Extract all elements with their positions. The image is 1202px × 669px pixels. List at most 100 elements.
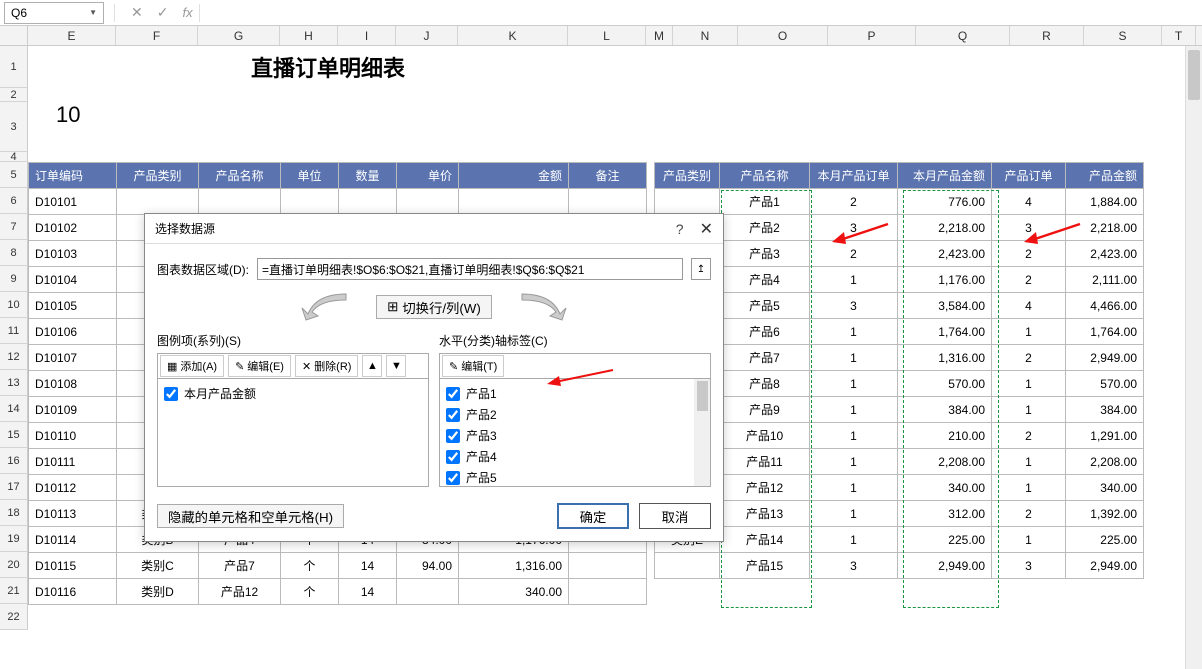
cell[interactable]: D10110: [29, 423, 117, 449]
cell[interactable]: 产品3: [720, 241, 810, 267]
dialog-titlebar[interactable]: 选择数据源 ? ✕: [145, 214, 723, 244]
cell[interactable]: 产品5: [720, 293, 810, 319]
table-row[interactable]: 产品12776.0041,884.00: [655, 189, 1144, 215]
axis-item[interactable]: 产品3: [444, 425, 706, 446]
cell[interactable]: 1: [810, 371, 898, 397]
cell[interactable]: 产品12: [720, 475, 810, 501]
cell[interactable]: 产品6: [720, 319, 810, 345]
cell[interactable]: 1: [992, 475, 1066, 501]
row-header[interactable]: 10: [0, 292, 28, 318]
cell[interactable]: 312.00: [898, 501, 992, 527]
cell[interactable]: 产品7: [199, 553, 281, 579]
cell[interactable]: 1: [810, 267, 898, 293]
cell[interactable]: 产品11: [720, 449, 810, 475]
axis-item[interactable]: 产品5: [444, 467, 706, 487]
add-series-button[interactable]: ▦添加(A): [160, 355, 224, 377]
cell[interactable]: D10105: [29, 293, 117, 319]
cell[interactable]: D10114: [29, 527, 117, 553]
cell[interactable]: 340.00: [1066, 475, 1144, 501]
cell[interactable]: 2,423.00: [898, 241, 992, 267]
edit-axis-button[interactable]: ✎编辑(T): [442, 355, 504, 377]
row-header[interactable]: 17: [0, 474, 28, 500]
cell[interactable]: 14: [339, 553, 397, 579]
column-header[interactable]: E: [28, 26, 116, 45]
cell[interactable]: 1: [810, 501, 898, 527]
cell[interactable]: D10115: [29, 553, 117, 579]
row-header[interactable]: 2: [0, 88, 28, 102]
cell[interactable]: 1: [992, 319, 1066, 345]
axis-checkbox[interactable]: [446, 387, 460, 401]
cell[interactable]: [339, 189, 397, 215]
cell[interactable]: 1,291.00: [1066, 423, 1144, 449]
scrollbar-thumb[interactable]: [697, 381, 708, 411]
cell[interactable]: 1: [992, 371, 1066, 397]
cell[interactable]: 2,949.00: [1066, 345, 1144, 371]
cell[interactable]: 340.00: [898, 475, 992, 501]
cell[interactable]: D10102: [29, 215, 117, 241]
cell[interactable]: 2,218.00: [1066, 215, 1144, 241]
cell[interactable]: [281, 189, 339, 215]
cell[interactable]: 1,176.00: [898, 267, 992, 293]
column-header[interactable]: M: [646, 26, 673, 45]
axis-checkbox[interactable]: [446, 450, 460, 464]
name-box[interactable]: Q6 ▼: [4, 2, 104, 24]
cell[interactable]: D10111: [29, 449, 117, 475]
list-scrollbar[interactable]: ▲ ▼: [694, 379, 710, 486]
table-row[interactable]: 产品232,218.0032,218.00: [655, 215, 1144, 241]
cell[interactable]: 1: [810, 449, 898, 475]
cell[interactable]: 2,949.00: [898, 553, 992, 579]
help-icon[interactable]: ?: [676, 221, 684, 237]
cell[interactable]: D10112: [29, 475, 117, 501]
cell[interactable]: D10108: [29, 371, 117, 397]
cell[interactable]: 4: [992, 293, 1066, 319]
cell[interactable]: 3: [992, 215, 1066, 241]
row-header[interactable]: 12: [0, 344, 28, 370]
cell[interactable]: 570.00: [1066, 371, 1144, 397]
move-down-button[interactable]: ▼: [386, 355, 406, 377]
row-header[interactable]: 1: [0, 46, 28, 88]
row-header[interactable]: 15: [0, 422, 28, 448]
cell[interactable]: 1,392.00: [1066, 501, 1144, 527]
cell[interactable]: 产品4: [720, 267, 810, 293]
cell[interactable]: 产品14: [720, 527, 810, 553]
cell[interactable]: 2: [810, 189, 898, 215]
column-header[interactable]: F: [116, 26, 198, 45]
column-header[interactable]: H: [280, 26, 338, 45]
cell[interactable]: [569, 553, 647, 579]
cell[interactable]: 类别D: [117, 579, 199, 605]
name-box-dropdown-icon[interactable]: ▼: [89, 8, 97, 17]
switch-row-column-button[interactable]: ⊞ 切换行/列(W): [376, 295, 492, 319]
cell[interactable]: 4,466.00: [1066, 293, 1144, 319]
row-header[interactable]: 19: [0, 526, 28, 552]
cell[interactable]: 1,764.00: [898, 319, 992, 345]
cell[interactable]: 个: [281, 553, 339, 579]
cell[interactable]: 3: [810, 553, 898, 579]
cell[interactable]: D10101: [29, 189, 117, 215]
row-header[interactable]: 20: [0, 552, 28, 578]
column-header[interactable]: O: [738, 26, 828, 45]
table-row[interactable]: 产品121340.001340.00: [655, 475, 1144, 501]
cell[interactable]: 4: [992, 189, 1066, 215]
axis-item[interactable]: 产品2: [444, 404, 706, 425]
cell[interactable]: D10113: [29, 501, 117, 527]
table-row[interactable]: 产品1112,208.0012,208.00: [655, 449, 1144, 475]
cell[interactable]: 2: [992, 345, 1066, 371]
cell[interactable]: 产品7: [720, 345, 810, 371]
cell[interactable]: 3,584.00: [898, 293, 992, 319]
scrollbar-thumb[interactable]: [1188, 50, 1200, 100]
cell[interactable]: 2,208.00: [1066, 449, 1144, 475]
series-list[interactable]: 本月产品金额: [157, 379, 429, 487]
table-row[interactable]: 产品1532,949.0032,949.00: [655, 553, 1144, 579]
column-header[interactable]: L: [568, 26, 646, 45]
series-checkbox[interactable]: [164, 387, 178, 401]
delete-series-button[interactable]: ✕删除(R): [295, 355, 359, 377]
row-header[interactable]: 16: [0, 448, 28, 474]
cell[interactable]: D10109: [29, 397, 117, 423]
row-header[interactable]: 3: [0, 102, 28, 152]
column-header[interactable]: K: [458, 26, 568, 45]
cell[interactable]: 1,764.00: [1066, 319, 1144, 345]
cell[interactable]: D10104: [29, 267, 117, 293]
cell[interactable]: 1: [810, 475, 898, 501]
cell[interactable]: 2: [992, 267, 1066, 293]
table-row[interactable]: 产品322,423.0022,423.00: [655, 241, 1144, 267]
